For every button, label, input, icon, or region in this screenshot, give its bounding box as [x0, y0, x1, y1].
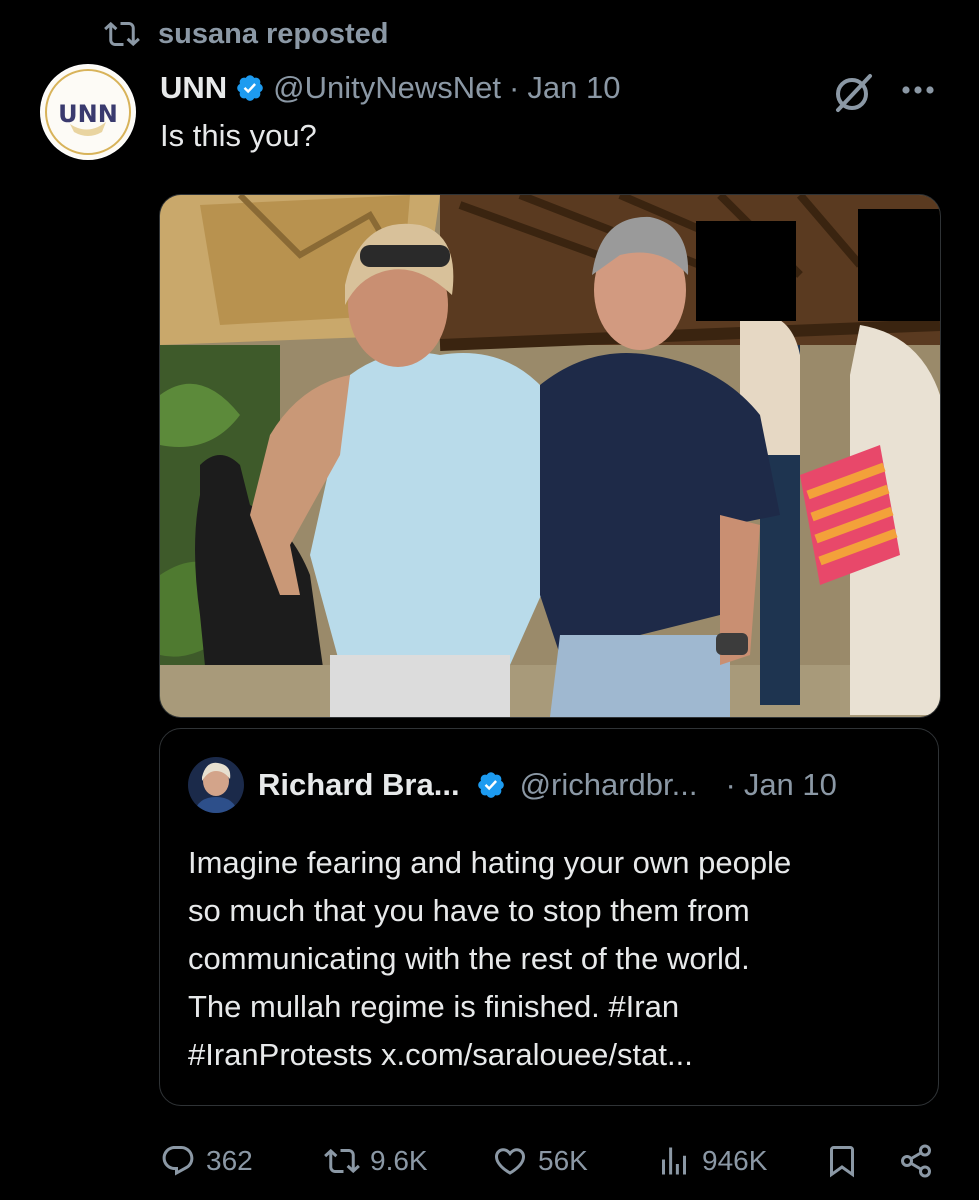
repost-count: 9.6K — [370, 1145, 428, 1176]
repost-indicator[interactable]: susana reposted — [104, 14, 388, 54]
repost-icon — [324, 1148, 360, 1174]
author-handle[interactable]: @UnityNewsNet — [273, 70, 501, 106]
tweet-date[interactable]: Jan 10 — [527, 70, 620, 106]
unn-logo-avatar[interactable]: UNN — [40, 64, 136, 160]
bookmark-button[interactable] — [824, 1138, 870, 1184]
verified-badge-icon — [237, 75, 263, 101]
like-button[interactable]: 56K — [492, 1138, 588, 1184]
separator-dot: · — [509, 70, 520, 105]
reply-count: 362 — [206, 1145, 253, 1176]
reply-button[interactable]: 362 — [160, 1138, 253, 1184]
more-icon[interactable] — [896, 70, 940, 114]
quote-text-line: The mullah regime is finished. #Iran — [188, 989, 680, 1024]
repost-icon — [104, 21, 140, 47]
quote-date[interactable]: Jan 10 — [744, 767, 837, 803]
like-count: 56K — [538, 1145, 588, 1176]
svg-text:UNN: UNN — [58, 100, 118, 128]
repost-label: susana reposted — [158, 17, 389, 50]
grok-icon[interactable] — [832, 70, 876, 114]
bookmark-icon — [830, 1146, 854, 1178]
quote-text-line: #IranProtests x.com/saralouee/stat... — [188, 1037, 693, 1072]
quote-author-name[interactable]: Richard Bra... — [258, 767, 460, 803]
quote-header: Richard Bra... @richardbr... · Jan 10 — [258, 763, 918, 807]
repost-button[interactable]: 9.6K — [324, 1138, 428, 1184]
quote-text-line: communicating with the rest of the world… — [188, 941, 750, 976]
quote-author-handle[interactable]: @richardbr... — [520, 767, 698, 803]
views-icon — [662, 1147, 686, 1175]
separator-dot: · — [725, 767, 736, 802]
share-icon — [901, 1144, 931, 1178]
quoted-tweet[interactable]: Richard Bra... @richardbr... · Jan 10 Im… — [159, 728, 939, 1106]
action-bar: 362 9.6K 56K 946K — [160, 1138, 940, 1184]
quote-text: Imagine fearing and hating your own peop… — [188, 839, 918, 1079]
like-icon — [494, 1148, 526, 1175]
richard-avatar[interactable] — [188, 757, 244, 813]
views-count: 946K — [702, 1145, 768, 1176]
share-button[interactable] — [898, 1138, 944, 1184]
tweet-text: Is this you? — [160, 118, 317, 153]
views-button[interactable]: 946K — [656, 1138, 767, 1184]
verified-badge-icon — [477, 772, 504, 798]
reply-icon — [162, 1146, 194, 1176]
quote-text-line: so much that you have to stop them from — [188, 893, 750, 928]
tweet-photo[interactable] — [159, 194, 941, 718]
author-name[interactable]: UNN — [160, 70, 227, 106]
quote-text-line: Imagine fearing and hating your own peop… — [188, 845, 792, 880]
tweet-header: UNN @UnityNewsNet · Jan 10 — [160, 66, 620, 110]
